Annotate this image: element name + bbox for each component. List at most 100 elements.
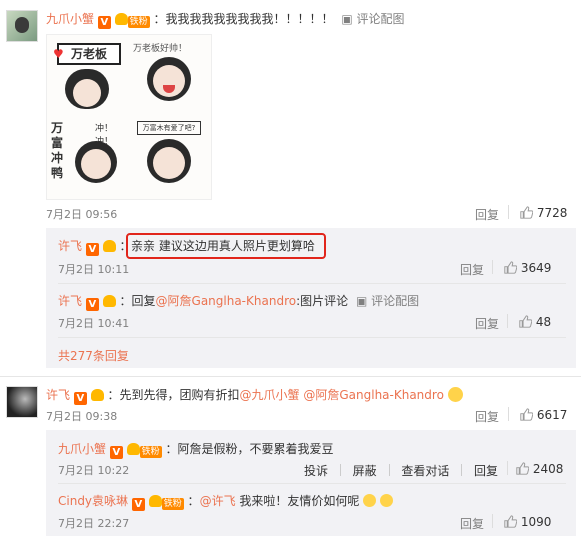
divider xyxy=(58,483,566,484)
like-count: 2408 xyxy=(532,462,564,476)
divider xyxy=(58,337,566,338)
like-button[interactable]: 2408 xyxy=(516,462,563,476)
emoji-icon xyxy=(380,494,394,507)
mention-link[interactable]: @九爪小蟹 xyxy=(240,388,300,402)
comment-text: ：我我我我我我我我我！！！！！ xyxy=(153,12,334,26)
comment-time: 7月2日 09:56 xyxy=(46,208,118,221)
like-button[interactable]: 6617 xyxy=(520,408,567,422)
emoji-icon xyxy=(447,387,463,402)
crown-icon xyxy=(126,443,140,455)
divider xyxy=(58,283,566,284)
sticker-caption-1: 万老板 xyxy=(57,43,121,65)
divider xyxy=(507,314,508,328)
reply-button[interactable]: 回复 xyxy=(475,315,499,332)
reply-header: 许飞 V ： xyxy=(58,239,132,256)
pic-comment-link[interactable]: 评论配图 xyxy=(371,294,419,308)
like-button[interactable]: 3649 xyxy=(504,261,551,275)
reply-button[interactable]: 回复 xyxy=(474,464,498,478)
reply-time: 7月2日 10:22 xyxy=(58,464,130,477)
report-button[interactable]: 投诉 xyxy=(304,464,328,478)
like-button[interactable]: 48 xyxy=(519,315,551,329)
reply-text: 亲亲 建议这边用真人照片更划算哈 xyxy=(131,239,315,253)
reply-button[interactable]: 回复 xyxy=(460,261,484,278)
sticker-panel-3: 万富冲鸭 冲！冲！ xyxy=(51,119,127,195)
like-button[interactable]: 1090 xyxy=(504,515,551,529)
sticker-panel-2: 万老板好帅！ xyxy=(131,39,207,115)
reply-button[interactable]: 回复 xyxy=(475,408,499,425)
reply-user[interactable]: 许飞 xyxy=(58,294,82,308)
reply-text: 我来啦！友情价如何呢 xyxy=(235,494,360,508)
avatar-xufei[interactable] xyxy=(6,386,38,418)
avatar-jiuzhao[interactable] xyxy=(6,10,38,42)
reply-text-suffix: :图片评论 xyxy=(296,294,349,308)
reply-time: 7月2日 10:11 xyxy=(58,263,130,276)
fan-badge: 铁粉 xyxy=(127,16,150,28)
verified-icon: V xyxy=(97,16,111,29)
sticker-caption-3: 万富冲鸭 xyxy=(51,121,64,180)
reply-header: Cindy袁咏琳 V 铁粉 ：@许飞 我来啦！友情价如何呢 xyxy=(58,492,394,511)
crown-icon xyxy=(114,13,128,25)
thumbs-up-icon xyxy=(520,408,533,421)
like-count: 3649 xyxy=(520,261,552,275)
comment-text: ：先到先得，团购有折扣 xyxy=(107,388,240,402)
comment-sticker-image[interactable]: 万老板 ♥ 万老板好帅！ 万富冲鸭 冲！冲！ 万富木有爱了吧? xyxy=(46,34,212,200)
divider xyxy=(508,407,509,421)
mention-link[interactable]: @许飞 xyxy=(200,494,236,508)
comment-user[interactable]: 九爪小蟹 xyxy=(46,12,94,26)
comment-header: 许飞 V ：先到先得，团购有折扣@九爪小蟹 @阿詹Ganglha-Khandro xyxy=(46,386,463,405)
reply-user[interactable]: 许飞 xyxy=(58,239,82,253)
reply-time: 7月2日 10:41 xyxy=(58,317,130,330)
like-button[interactable]: 7728 xyxy=(520,206,567,220)
image-icon: ▣ xyxy=(341,12,353,26)
sticker-caption-2: 万老板好帅！ xyxy=(133,44,188,54)
crown-icon xyxy=(148,495,162,507)
fan-badge: 铁粉 xyxy=(161,498,184,510)
comment-divider xyxy=(0,376,581,377)
reply-header: 许飞 V ：回复@阿詹Ganglha-Khandro:图片评论 ▣ 评论配图 xyxy=(58,292,419,311)
crown-icon xyxy=(90,389,104,401)
reply-actions: 投诉 屏蔽 查看对话 回复 xyxy=(304,462,498,479)
reply-user[interactable]: Cindy袁咏琳 xyxy=(58,494,128,508)
reply-button[interactable]: 回复 xyxy=(475,206,499,223)
sticker-panel-1: 万老板 ♥ xyxy=(51,39,127,115)
crown-icon xyxy=(102,240,116,252)
divider xyxy=(492,260,493,274)
comment-time: 7月2日 09:38 xyxy=(46,410,118,423)
verified-icon: V xyxy=(85,298,99,311)
verified-icon: V xyxy=(85,243,99,256)
mention-link[interactable]: @阿詹Ganglha-Khandro xyxy=(156,294,297,308)
thumbs-up-icon xyxy=(504,515,517,528)
image-icon: ▣ xyxy=(355,294,368,308)
reply-button[interactable]: 回复 xyxy=(460,515,484,532)
view-conversation-button[interactable]: 查看对话 xyxy=(401,464,449,478)
reply-text: ：阿詹是假粉，不要累着我爱豆 xyxy=(165,442,334,456)
reply-user[interactable]: 九爪小蟹 xyxy=(58,442,106,456)
sticker-panel-4: 万富木有爱了吧? xyxy=(131,119,207,195)
divider xyxy=(508,205,509,219)
reply-time: 7月2日 22:27 xyxy=(58,517,130,530)
like-count: 6617 xyxy=(536,408,568,422)
fan-badge: 铁粉 xyxy=(139,446,162,458)
crown-icon xyxy=(102,295,116,307)
like-count: 48 xyxy=(535,315,552,329)
verified-icon: V xyxy=(73,392,87,405)
thumbs-up-icon xyxy=(516,462,529,475)
verified-icon: V xyxy=(131,498,145,511)
reply-header: 九爪小蟹 V 铁粉 ：阿詹是假粉，不要累着我爱豆 xyxy=(58,440,334,459)
sticker-caption-5: 万富木有爱了吧? xyxy=(137,121,201,135)
like-count: 1090 xyxy=(520,515,552,529)
comment-user[interactable]: 许飞 xyxy=(46,388,70,402)
verified-icon: V xyxy=(109,446,123,459)
reply-text: ：回复 xyxy=(119,294,156,308)
thumbs-up-icon xyxy=(520,206,533,219)
block-button[interactable]: 屏蔽 xyxy=(353,464,377,478)
pic-comment-link[interactable]: 评论配图 xyxy=(357,12,405,26)
like-count: 7728 xyxy=(536,206,568,220)
thumbs-up-icon xyxy=(504,261,517,274)
comment-header: 九爪小蟹 V 铁粉 ：我我我我我我我我我！！！！！ ▣ 评论配图 xyxy=(46,10,405,29)
divider xyxy=(492,514,493,528)
emoji-icon xyxy=(363,494,377,507)
thumbs-up-icon xyxy=(519,315,532,328)
mention-link[interactable]: @阿詹Ganglha-Khandro xyxy=(303,388,444,402)
more-replies-link[interactable]: 共277条回复 xyxy=(58,347,129,364)
